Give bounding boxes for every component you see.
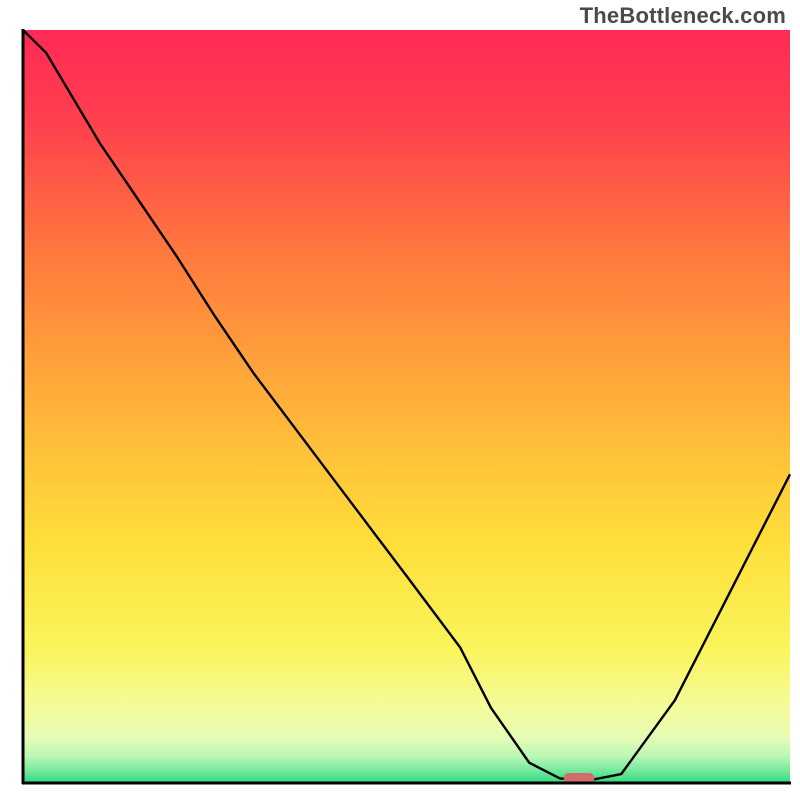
plot-background [23,30,790,783]
chart-container: TheBottleneck.com [0,0,800,800]
bottleneck-chart [0,0,800,800]
